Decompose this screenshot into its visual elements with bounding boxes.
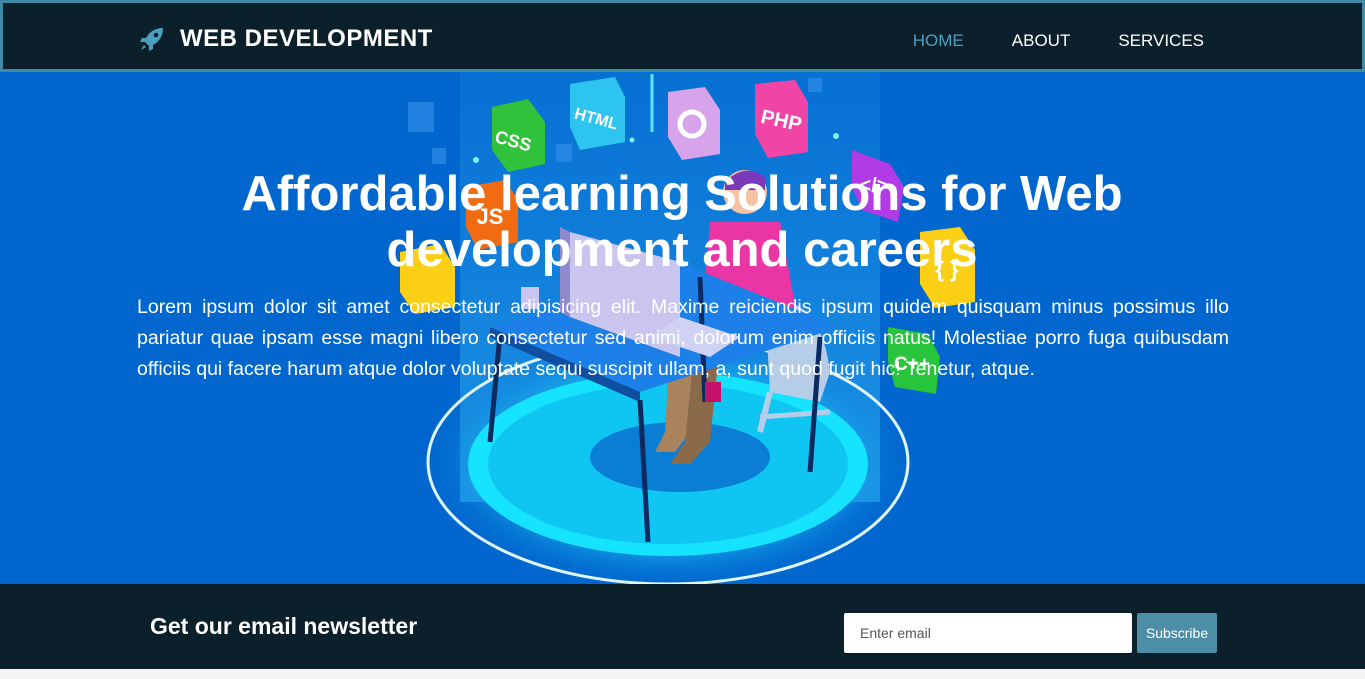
- subscribe-button[interactable]: Subscribe: [1137, 613, 1217, 653]
- hero-section: CSS HTML PHP </> JS { } C++ Affordable l…: [0, 72, 1365, 584]
- nav-link-about[interactable]: ABOUT: [1012, 31, 1071, 51]
- newsletter-bar: Get our email newsletter Subscribe: [0, 584, 1365, 669]
- email-input[interactable]: [844, 613, 1132, 653]
- hero-paragraph: Lorem ipsum dolor sit amet consectetur a…: [137, 296, 1229, 380]
- html-badge: HTML: [570, 77, 625, 150]
- main-nav: HOME ABOUT SERVICES: [865, 31, 1204, 51]
- rocket-icon: [137, 24, 167, 54]
- nav-link-home[interactable]: HOME: [913, 31, 964, 51]
- php-badge: PHP: [755, 80, 808, 158]
- nav-link-services[interactable]: SERVICES: [1118, 31, 1204, 51]
- brand[interactable]: WEB DEVELOPMENT: [137, 23, 433, 55]
- hero-heading: Affordable learning Solutions for Web de…: [241, 167, 1123, 277]
- brand-title: WEB DEVELOPMENT: [180, 25, 433, 52]
- navbar: WEB DEVELOPMENT HOME ABOUT SERVICES: [0, 0, 1365, 72]
- newsletter-heading: Get our email newsletter: [150, 613, 418, 639]
